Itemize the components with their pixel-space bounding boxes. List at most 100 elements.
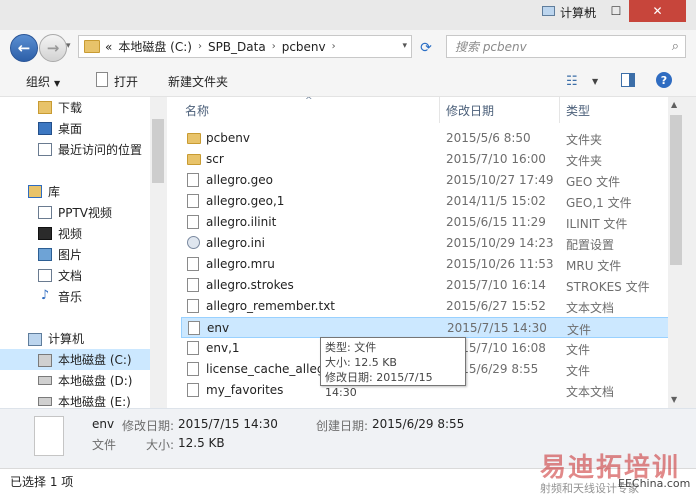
breadcrumb-separator[interactable]: › <box>272 41 276 52</box>
breadcrumb-spb-data[interactable]: SPB_Data <box>208 40 266 54</box>
file-date: 2015/10/27 17:49 <box>446 173 554 187</box>
tooltip-modified: 修改日期: 2015/7/15 14:30 <box>325 371 433 399</box>
breadcrumb-separator[interactable]: › <box>332 41 336 52</box>
folder-icon <box>187 133 201 144</box>
downloads-folder-icon <box>38 101 52 114</box>
file-row[interactable]: allegro_remember.txt 2015/6/27 15:52 文本文档 <box>181 296 671 317</box>
nav-scrollbar-thumb[interactable] <box>152 119 164 183</box>
forward-arrow-icon: → <box>46 39 60 57</box>
file-row[interactable]: allegro.mru 2015/10/26 11:53 MRU 文件 <box>181 254 671 275</box>
forward-button[interactable]: → <box>39 34 67 62</box>
column-divider[interactable] <box>559 97 560 123</box>
organize-button[interactable]: 组织 ▼ <box>26 73 60 90</box>
file-date: 2015/6/27 15:52 <box>446 299 546 313</box>
view-options-icon[interactable]: ☷ <box>566 74 578 89</box>
nav-item-pptv[interactable]: PPTV视频 <box>0 202 150 223</box>
preview-pane-icon[interactable] <box>621 73 635 87</box>
open-icon <box>96 72 108 87</box>
file-date: 2014/11/5 15:02 <box>446 194 546 208</box>
column-header-name[interactable]: 名称 <box>185 97 209 123</box>
folder-icon <box>187 154 201 165</box>
refresh-icon[interactable]: ⟳ <box>415 38 437 58</box>
nav-item-drive-d[interactable]: 本地磁盘 (D:) <box>0 370 150 391</box>
breadcrumb-drive[interactable]: 本地磁盘 (C:) <box>118 38 192 55</box>
file-name: allegro.strokes <box>206 278 294 292</box>
address-dropdown-icon[interactable]: ▾ <box>402 41 407 51</box>
details-size-label: 大小: <box>146 438 175 452</box>
file-row[interactable]: allegro.geo 2015/10/27 17:49 GEO 文件 <box>181 170 671 191</box>
scroll-up-icon[interactable]: ▲ <box>671 100 677 109</box>
file-icon <box>187 341 199 355</box>
nav-item-drive-e[interactable]: 本地磁盘 (E:) <box>0 391 150 408</box>
nav-item-drive-c[interactable]: 本地磁盘 (C:) <box>0 349 150 370</box>
file-row[interactable]: allegro.ini 2015/10/29 14:23 配置设置 <box>181 233 671 254</box>
file-type: GEO,1 文件 <box>566 196 632 210</box>
help-icon[interactable]: ? <box>656 72 672 88</box>
column-divider[interactable] <box>439 97 440 123</box>
chevron-down-icon[interactable]: ▼ <box>592 77 598 86</box>
close-button[interactable]: ✕ <box>629 0 686 22</box>
status-location: 计算机 <box>560 6 597 20</box>
details-modified-label: 修改日期: <box>122 419 175 433</box>
settings-file-icon <box>187 236 200 249</box>
breadcrumb-separator[interactable]: › <box>198 41 202 52</box>
file-name: allegro_remember.txt <box>206 299 336 313</box>
nav-item-libraries[interactable]: 库 <box>0 181 150 202</box>
history-dropdown-icon[interactable]: ▾ <box>66 41 71 51</box>
breadcrumb-overflow[interactable]: « <box>105 40 112 54</box>
nav-item-pictures[interactable]: 图片 <box>0 244 150 265</box>
search-placeholder: 搜索 pcbenv <box>455 40 527 54</box>
file-type: 文件夹 <box>566 133 603 147</box>
nav-item-desktop[interactable]: 桌面 <box>0 118 150 139</box>
selection-count: 已选择 1 项 <box>10 475 74 489</box>
watermark-site: EEChina.com <box>618 477 691 490</box>
file-date: 2015/7/15 14:30 <box>447 321 547 335</box>
file-date: 2015/10/26 11:53 <box>446 257 554 271</box>
nav-item-downloads[interactable]: 下载 <box>0 97 150 118</box>
back-arrow-icon: ← <box>17 39 31 57</box>
column-header-date[interactable]: 修改日期 <box>446 97 494 123</box>
folder-icon <box>84 40 100 53</box>
file-row[interactable]: env 2015/7/15 14:30 文件 <box>181 317 671 338</box>
pictures-icon <box>38 248 52 261</box>
file-icon <box>187 278 199 292</box>
drive-e-icon <box>38 397 52 406</box>
file-date: 2015/6/15 11:29 <box>446 215 546 229</box>
drive-c-icon <box>38 354 52 367</box>
file-name: pcbenv <box>206 131 250 145</box>
nav-item-documents[interactable]: 文档 <box>0 265 150 286</box>
breadcrumb-pcbenv[interactable]: pcbenv <box>282 40 326 54</box>
video-library-icon <box>38 206 52 219</box>
nav-item-computer[interactable]: 计算机 <box>0 328 150 349</box>
nav-item-recent[interactable]: 最近访问的位置 <box>0 139 150 160</box>
file-row[interactable]: allegro.ilinit 2015/6/15 11:29 ILINIT 文件 <box>181 212 671 233</box>
nav-item-music[interactable]: ♪ 音乐 <box>0 286 150 307</box>
file-row[interactable]: allegro.strokes 2015/7/10 16:14 STROKES 文件 <box>181 275 671 296</box>
address-bar[interactable]: « 本地磁盘 (C:) › SPB_Data › pcbenv › ▾ <box>78 35 412 58</box>
scroll-down-icon[interactable]: ▼ <box>671 395 677 404</box>
libraries-icon <box>28 185 42 198</box>
computer-icon <box>542 6 555 16</box>
open-button[interactable]: 打开 <box>114 73 138 90</box>
search-input[interactable]: 搜索 pcbenv ⌕ <box>446 35 686 58</box>
maximize-button[interactable]: ☐ <box>603 0 629 22</box>
search-icon[interactable]: ⌕ <box>672 39 679 54</box>
file-row[interactable]: pcbenv 2015/5/6 8:50 文件夹 <box>181 128 671 149</box>
new-folder-button[interactable]: 新建文件夹 <box>168 73 228 90</box>
file-name: allegro.geo,1 <box>206 194 285 208</box>
back-button[interactable]: ← <box>10 34 38 62</box>
sort-ascending-icon: ^ <box>305 97 313 106</box>
file-tooltip: 类型: 文件 大小: 12.5 KB 修改日期: 2015/7/15 14:30 <box>320 337 466 399</box>
videos-icon <box>38 227 52 240</box>
nav-item-videos[interactable]: 视频 <box>0 223 150 244</box>
file-name: allegro.geo <box>206 173 273 187</box>
column-header-type[interactable]: 类型 <box>566 97 590 123</box>
file-name: license_cache_allegro <box>206 362 337 376</box>
file-row[interactable]: allegro.geo,1 2014/11/5 15:02 GEO,1 文件 <box>181 191 671 212</box>
file-icon <box>187 383 199 397</box>
file-row[interactable]: scr 2015/7/10 16:00 文件夹 <box>181 149 671 170</box>
computer-icon <box>28 333 42 346</box>
file-date: 2015/7/10 16:00 <box>446 152 546 166</box>
file-list-scrollbar-thumb[interactable] <box>670 115 682 265</box>
file-type: 文件 <box>566 364 591 378</box>
